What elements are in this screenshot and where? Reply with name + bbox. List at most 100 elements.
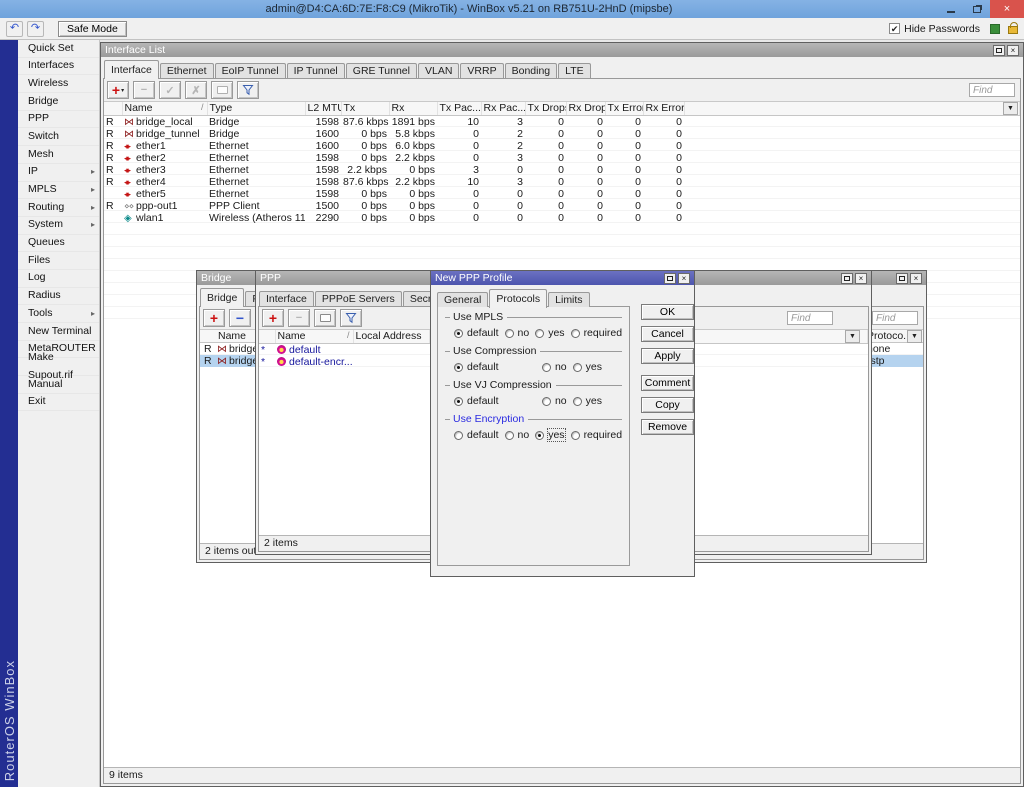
ok-button[interactable]: OK: [641, 304, 694, 320]
name-column-header[interactable]: Name/: [122, 102, 207, 115]
safe-mode-button[interactable]: Safe Mode: [58, 21, 127, 37]
sidebar-item-mpls[interactable]: MPLS▸: [18, 182, 99, 200]
sidebar-item-radius[interactable]: Radius: [18, 288, 99, 306]
l2mtu-column-header[interactable]: L2 MTU: [305, 102, 341, 115]
enable-button[interactable]: ✓: [159, 81, 181, 99]
sidebar-item-system[interactable]: System▸: [18, 217, 99, 235]
tx-packet-column-header[interactable]: Tx Pac...: [437, 102, 481, 115]
sidebar-item-manual[interactable]: Manual: [18, 376, 99, 394]
name-column-header[interactable]: Name: [218, 330, 246, 342]
comment-button[interactable]: [314, 309, 336, 327]
maximize-button[interactable]: [664, 273, 676, 284]
add-button[interactable]: +: [262, 309, 284, 327]
disable-button[interactable]: ✗: [185, 81, 207, 99]
radio-compression-no[interactable]: no: [542, 361, 567, 373]
find-input[interactable]: [787, 311, 833, 325]
sidebar-item-interfaces[interactable]: Interfaces: [18, 58, 99, 76]
sidebar-item-make-supout[interactable]: Make Supout.rif: [18, 358, 99, 376]
sidebar-item-switch[interactable]: Switch: [18, 128, 99, 146]
sidebar-item-routing[interactable]: Routing▸: [18, 199, 99, 217]
table-row[interactable]: ether5 Ethernet 1598 0 bps 0 bps 0 0 0 0…: [104, 188, 1020, 200]
tx-errors-column-header[interactable]: Tx Errors: [605, 102, 643, 115]
table-row[interactable]: R ether4 Ethernet 1598 87.6 kbps 2.2 kbp…: [104, 176, 1020, 188]
sidebar-item-mesh[interactable]: Mesh: [18, 146, 99, 164]
radio-vj-no[interactable]: no: [542, 395, 567, 407]
remove-button[interactable]: −: [229, 309, 251, 327]
radio-mpls-no[interactable]: no: [505, 327, 530, 339]
comment-button[interactable]: [211, 81, 233, 99]
column-menu-button[interactable]: ▼: [1003, 102, 1018, 115]
tab-bonding[interactable]: Bonding: [505, 63, 558, 78]
sidebar-item-ip[interactable]: IP▸: [18, 164, 99, 182]
table-row[interactable]: R ppp-out1 PPP Client 1500 0 bps 0 bps 0…: [104, 200, 1020, 212]
name-column-header[interactable]: Name/: [275, 330, 353, 343]
maximize-button[interactable]: [896, 273, 908, 284]
add-button[interactable]: +: [203, 309, 225, 327]
table-row[interactable]: R bridge_local Bridge 1598 87.6 kbps 189…: [104, 115, 1020, 128]
radio-encryption-yes[interactable]: yes: [535, 429, 564, 441]
cancel-button[interactable]: Cancel: [641, 326, 694, 342]
filter-button[interactable]: [340, 309, 362, 327]
undo-button[interactable]: ↶: [6, 21, 23, 37]
tab-limits[interactable]: Limits: [548, 292, 589, 307]
sidebar-item-exit[interactable]: Exit: [18, 394, 99, 412]
tab-vrrp[interactable]: VRRP: [460, 63, 503, 78]
dialog-titlebar[interactable]: New PPP Profile ×: [431, 271, 694, 285]
close-window-button[interactable]: ×: [1007, 45, 1019, 56]
comment-button[interactable]: Comment: [641, 375, 694, 391]
remove-button[interactable]: −: [288, 309, 310, 327]
rx-packet-column-header[interactable]: Rx Pac...: [481, 102, 525, 115]
tx-drops-column-header[interactable]: Tx Drops: [525, 102, 566, 115]
hide-passwords-checkbox[interactable]: ✔: [889, 23, 900, 34]
tab-bridge[interactable]: Bridge: [200, 288, 244, 307]
radio-mpls-yes[interactable]: yes: [535, 327, 564, 339]
radio-compression-yes[interactable]: yes: [573, 361, 602, 373]
remove-button[interactable]: Remove: [641, 419, 694, 435]
hide-passwords-toggle[interactable]: ✔ Hide Passwords: [889, 23, 980, 35]
radio-compression-default[interactable]: default: [454, 361, 499, 373]
rx-errors-column-header[interactable]: Rx Errors: [643, 102, 684, 115]
tab-gre-tunnel[interactable]: GRE Tunnel: [346, 63, 417, 78]
radio-mpls-default[interactable]: default: [454, 327, 499, 339]
rx-column-header[interactable]: Rx: [389, 102, 437, 115]
radio-encryption-required[interactable]: required: [571, 429, 623, 441]
redo-button[interactable]: ↷: [27, 21, 44, 37]
sidebar-item-bridge[interactable]: Bridge: [18, 93, 99, 111]
radio-vj-default[interactable]: default: [454, 395, 499, 407]
tab-ip-tunnel[interactable]: IP Tunnel: [287, 63, 345, 78]
apply-button[interactable]: Apply: [641, 348, 694, 364]
tx-column-header[interactable]: Tx: [341, 102, 389, 115]
tab-general[interactable]: General: [437, 292, 488, 307]
radio-mpls-required[interactable]: required: [571, 327, 623, 339]
copy-button[interactable]: Copy: [641, 397, 694, 413]
radio-encryption-default[interactable]: default: [454, 429, 499, 441]
maximize-button[interactable]: [841, 273, 853, 284]
table-row[interactable]: wlan1 Wireless (Atheros 11N) 2290 0 bps …: [104, 212, 1020, 224]
local-address-column-header[interactable]: Local Address: [353, 330, 429, 343]
maximize-button[interactable]: [993, 45, 1005, 56]
sidebar-item-queues[interactable]: Queues: [18, 235, 99, 253]
tab-vlan[interactable]: VLAN: [418, 63, 459, 78]
tab-lte[interactable]: LTE: [558, 63, 590, 78]
close-window-button[interactable]: ×: [855, 273, 867, 284]
protocol-column-header[interactable]: Protoco...: [867, 330, 912, 342]
tab-ethernet[interactable]: Ethernet: [160, 63, 214, 78]
rx-drops-column-header[interactable]: Rx Drops: [566, 102, 605, 115]
sidebar-item-files[interactable]: Files: [18, 252, 99, 270]
sidebar-item-tools[interactable]: Tools▸: [18, 305, 99, 323]
sidebar-item-quick-set[interactable]: Quick Set: [18, 40, 99, 58]
table-row[interactable]: R ether3 Ethernet 1598 2.2 kbps 0 bps 3 …: [104, 164, 1020, 176]
close-dialog-button[interactable]: ×: [678, 273, 690, 284]
tab-interface[interactable]: Interface: [104, 60, 159, 79]
add-button[interactable]: +▾: [107, 81, 129, 99]
tab-pppoe-servers[interactable]: PPPoE Servers: [315, 291, 402, 306]
radio-vj-yes[interactable]: yes: [573, 395, 602, 407]
flag-column-header[interactable]: [259, 330, 275, 343]
sidebar-item-new-terminal[interactable]: New Terminal: [18, 323, 99, 341]
column-menu-button[interactable]: ▼: [845, 330, 860, 343]
find-input[interactable]: [872, 311, 918, 325]
tab-protocols[interactable]: Protocols: [489, 289, 547, 308]
table-row[interactable]: R ether1 Ethernet 1600 0 bps 6.0 kbps 0 …: [104, 140, 1020, 152]
close-button[interactable]: ×: [990, 0, 1024, 18]
table-row[interactable]: R ether2 Ethernet 1598 0 bps 2.2 kbps 0 …: [104, 152, 1020, 164]
